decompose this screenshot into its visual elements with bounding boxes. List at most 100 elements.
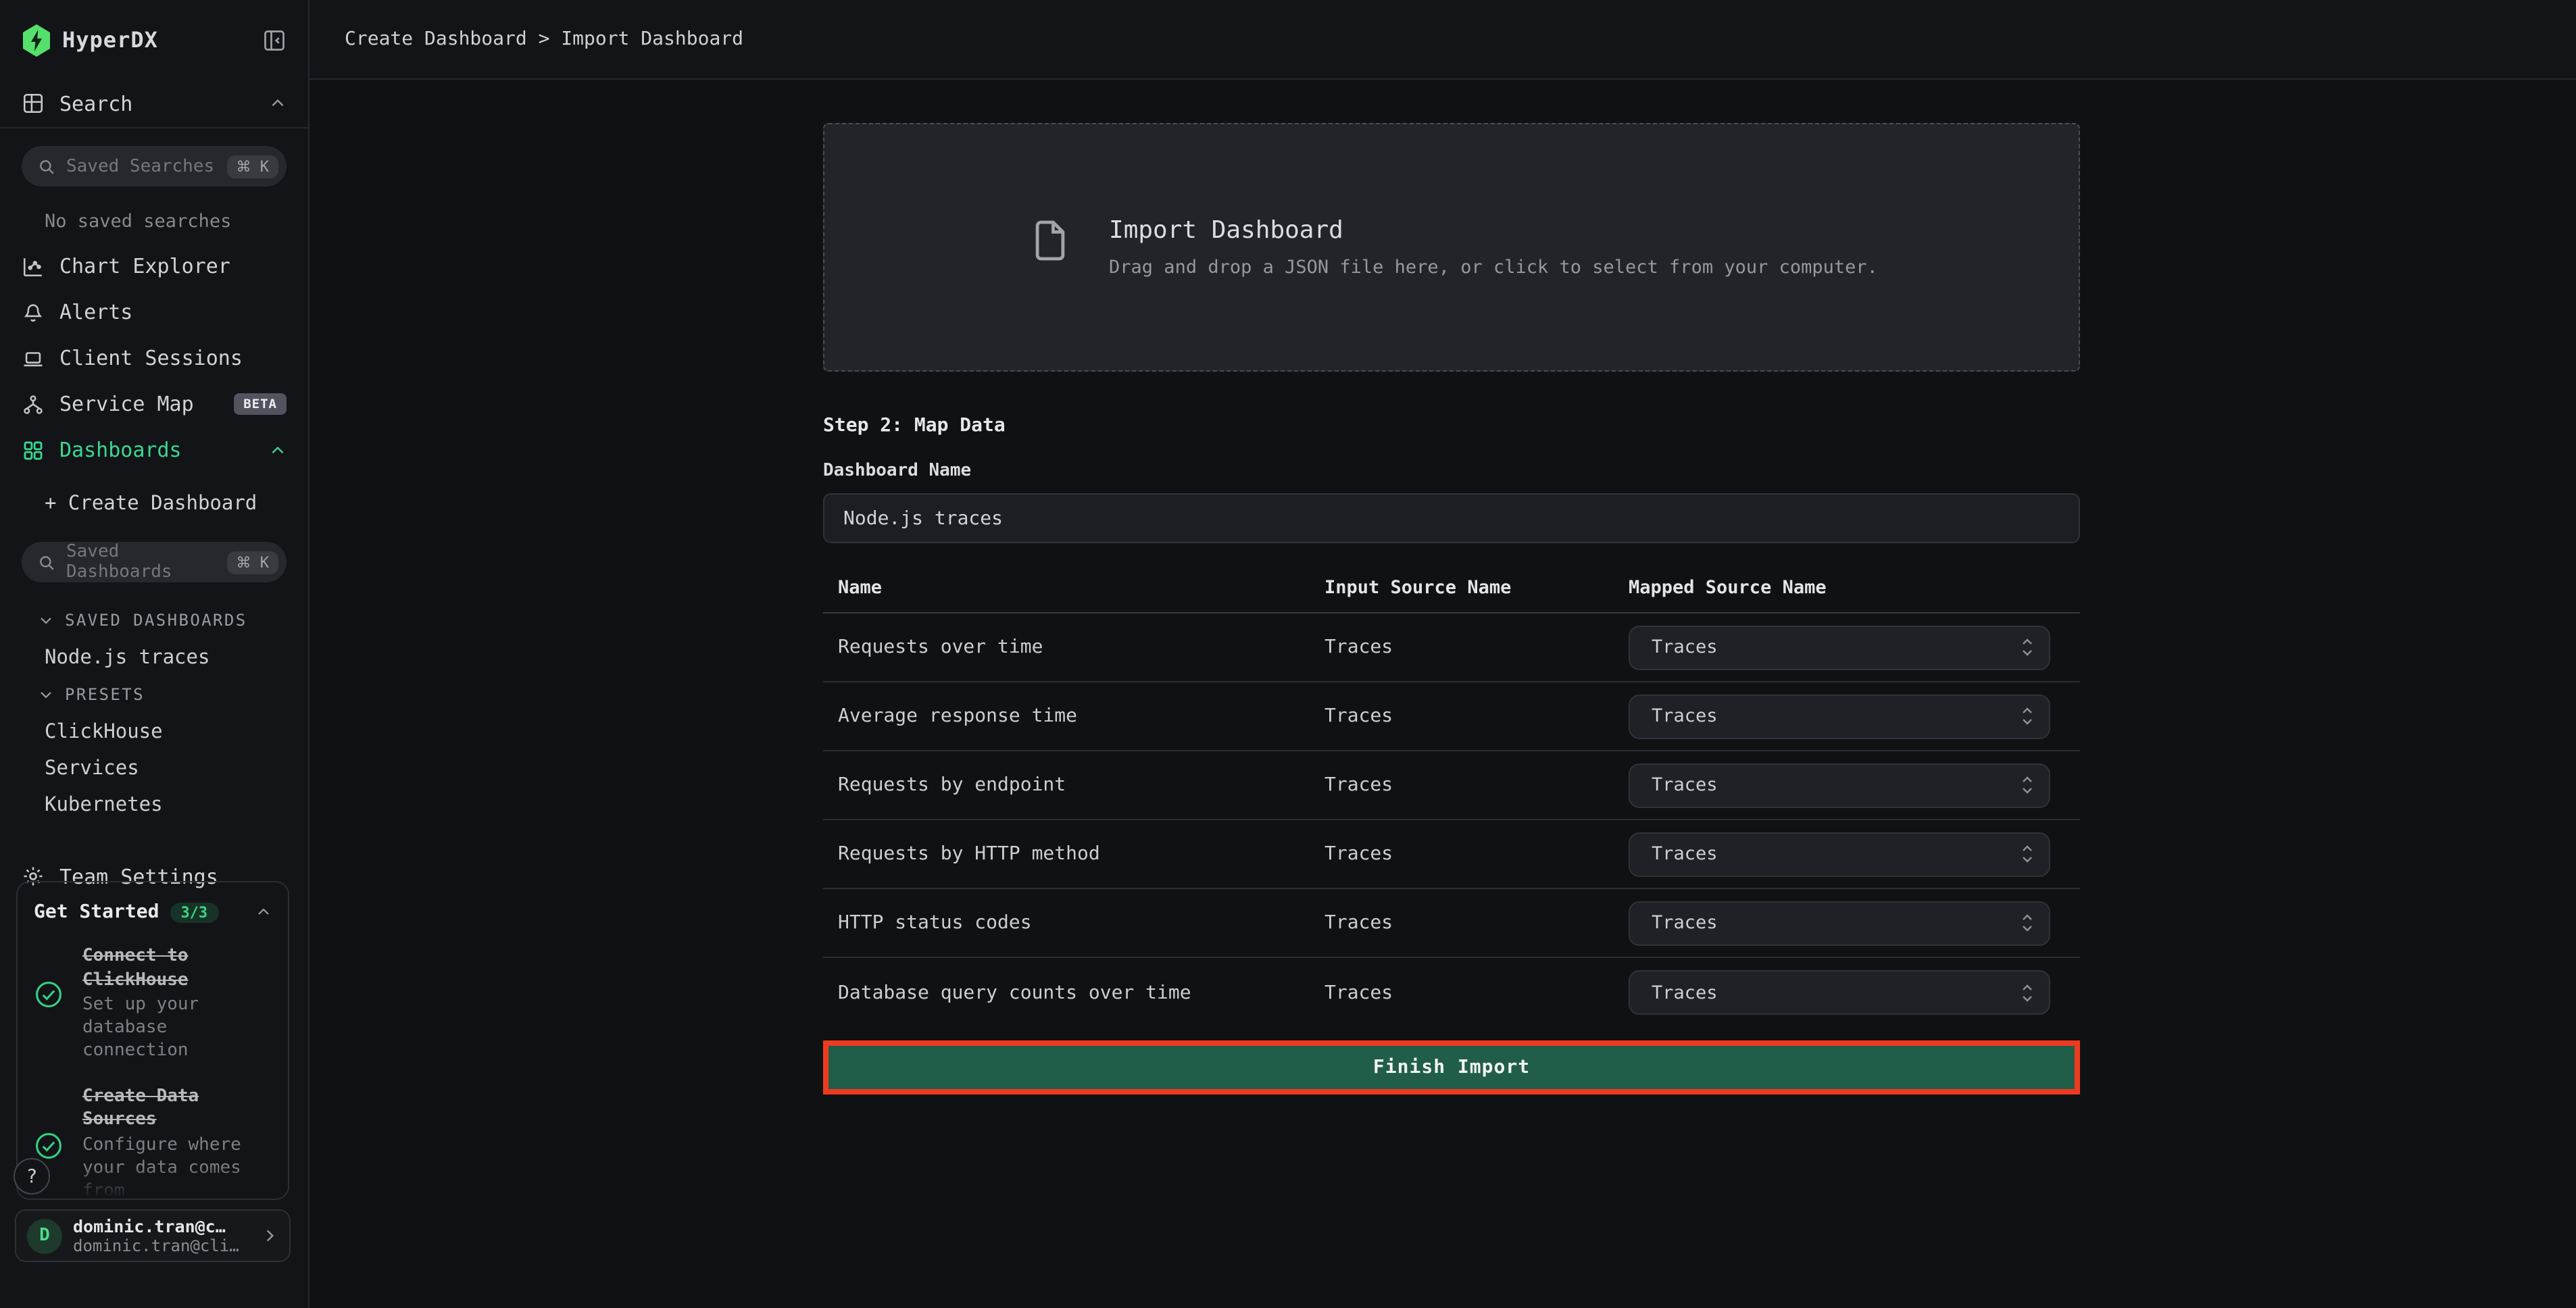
row-name: Average response time (823, 705, 1324, 727)
row-input-source: Traces (1324, 636, 1629, 658)
create-dashboard-button[interactable]: + Create Dashboard (0, 484, 308, 524)
shortcut-badge: ⌘ K (227, 551, 279, 574)
preset-item-clickhouse[interactable]: ClickHouse (0, 713, 308, 750)
search-icon (38, 157, 55, 175)
row-name: Database query counts over time (823, 982, 1324, 1003)
mapped-source-select[interactable]: Traces (1629, 832, 2050, 876)
user-email: dominic.tran@cli… (73, 1236, 261, 1255)
shortcut-badge: ⌘ K (227, 155, 279, 178)
get-started-title: Get Started (34, 901, 159, 923)
step-heading: Step 2: Map Data (823, 415, 2080, 436)
task-title: Create Data Sources (82, 1085, 272, 1132)
row-input-source: Traces (1324, 774, 1629, 796)
selected-value: Traces (1652, 843, 2019, 865)
hierarchy-icon (22, 393, 45, 416)
hyperdx-logo-icon (22, 24, 51, 56)
table-header-row: Name Input Source Name Mapped Source Nam… (823, 562, 2080, 613)
row-name: Requests by HTTP method (823, 843, 1324, 865)
row-name: Requests over time (823, 636, 1324, 658)
saved-dashboards-input[interactable]: Saved Dashboards ⌘ K (22, 542, 287, 582)
nav-label: Client Sessions (59, 346, 287, 370)
nav-label: Alerts (59, 300, 287, 324)
sidebar-item-alerts[interactable]: Alerts (0, 289, 308, 335)
mapping-table: Name Input Source Name Mapped Source Nam… (823, 562, 2080, 1027)
import-dropzone[interactable]: Import Dashboard Drag and drop a JSON fi… (823, 123, 2080, 372)
user-name: dominic.tran@c… (73, 1216, 261, 1236)
nav-label: Dashboards (59, 438, 269, 462)
avatar: D (27, 1218, 62, 1253)
mapped-source-select[interactable]: Traces (1629, 625, 2050, 670)
get-started-progress-badge: 3/3 (170, 902, 218, 922)
sidebar-item-chart-explorer[interactable]: Chart Explorer (0, 243, 308, 289)
task-description: Configure where your data comes from (82, 1135, 272, 1200)
breadcrumb: Create Dashboard > Import Dashboard (345, 28, 743, 50)
row-input-source: Traces (1324, 982, 1629, 1003)
select-chevrons-icon (2019, 912, 2035, 934)
table-row: HTTP status codes Traces Traces (823, 889, 2080, 958)
preset-item-services[interactable]: Services (0, 750, 308, 786)
file-icon (1025, 216, 1074, 278)
chevron-up-icon[interactable] (269, 95, 287, 112)
sidebar-item-service-map[interactable]: Service Map BETA (0, 381, 308, 427)
mapped-source-select[interactable]: Traces (1629, 970, 2050, 1015)
check-circle-icon (34, 1131, 64, 1161)
selected-value: Traces (1652, 774, 2019, 796)
help-button[interactable]: ? (14, 1158, 50, 1194)
sidebar-collapse-icon[interactable] (262, 26, 287, 53)
selected-value: Traces (1652, 636, 2019, 658)
mapped-source-select[interactable]: Traces (1629, 763, 2050, 807)
dropzone-subtitle: Drag and drop a JSON file here, or click… (1109, 257, 1878, 278)
selected-value: Traces (1652, 912, 2019, 934)
saved-dashboards-group-header[interactable]: SAVED DASHBOARDS (0, 601, 308, 639)
check-circle-icon (34, 980, 64, 1009)
bell-icon (22, 301, 45, 324)
column-header-mapped-source: Mapped Source Name (1629, 576, 2080, 598)
preset-item-kubernetes[interactable]: Kubernetes (0, 786, 308, 823)
search-icon (38, 553, 55, 571)
get-started-card: Get Started 3/3 Connect to ClickHouse Se… (16, 881, 289, 1200)
user-menu[interactable]: D dominic.tran@c… dominic.tran@cli… (15, 1209, 291, 1262)
mapped-source-select[interactable]: Traces (1629, 901, 2050, 945)
nav-label: Service Map (59, 392, 234, 416)
row-name: Requests by endpoint (823, 774, 1324, 796)
group-label: SAVED DASHBOARDS (65, 611, 247, 630)
table-row: Average response time Traces Traces (823, 682, 2080, 751)
task-title: Connect to ClickHouse (82, 945, 272, 992)
saved-searches-input[interactable]: Saved Searches ⌘ K (22, 146, 287, 186)
row-input-source: Traces (1324, 843, 1629, 865)
topbar: Create Dashboard > Import Dashboard (309, 0, 2576, 80)
column-header-input-source: Input Source Name (1324, 576, 1629, 598)
sidebar-item-client-sessions[interactable]: Client Sessions (0, 335, 308, 381)
table-row: Database query counts over time Traces T… (823, 958, 2080, 1027)
select-chevrons-icon (2019, 705, 2035, 727)
row-input-source: Traces (1324, 705, 1629, 727)
chevron-up-icon[interactable] (269, 441, 287, 459)
finish-import-button[interactable]: Finish Import (828, 1046, 2075, 1089)
presets-group-header[interactable]: PRESETS (0, 676, 308, 713)
mapped-source-select[interactable]: Traces (1629, 694, 2050, 738)
get-started-item-connect[interactable]: Connect to ClickHouse Set up your databa… (34, 945, 272, 1063)
row-input-source: Traces (1324, 912, 1629, 934)
sidebar-item-search[interactable]: Search (0, 80, 308, 128)
group-label: PRESETS (65, 685, 145, 704)
dropzone-title: Import Dashboard (1109, 216, 1878, 245)
dashboard-name-input[interactable]: Node.js traces (823, 493, 2080, 543)
selected-value: Traces (1652, 705, 2019, 727)
select-chevrons-icon (2019, 774, 2035, 796)
chevron-up-icon[interactable] (255, 904, 272, 920)
no-saved-searches-note: No saved searches (45, 211, 308, 232)
sidebar-item-dashboards[interactable]: Dashboards (0, 427, 308, 473)
saved-searches-placeholder: Saved Searches (66, 156, 227, 176)
logo-row: HyperDX (0, 0, 308, 80)
select-chevrons-icon (2019, 636, 2035, 658)
app-title: HyperDX (62, 27, 262, 53)
annotation-highlight-box: Finish Import (823, 1040, 2080, 1095)
nav-label: Chart Explorer (59, 254, 287, 278)
saved-dashboard-item-nodejs-traces[interactable]: Node.js traces (0, 639, 308, 676)
selected-value: Traces (1652, 982, 2019, 1003)
chart-icon (22, 255, 45, 278)
table-row: Requests over time Traces Traces (823, 613, 2080, 682)
chevron-down-icon (38, 686, 54, 703)
get-started-item-sources[interactable]: Create Data Sources Configure where your… (34, 1085, 272, 1200)
task-description: Set up your database connection (82, 995, 272, 1063)
